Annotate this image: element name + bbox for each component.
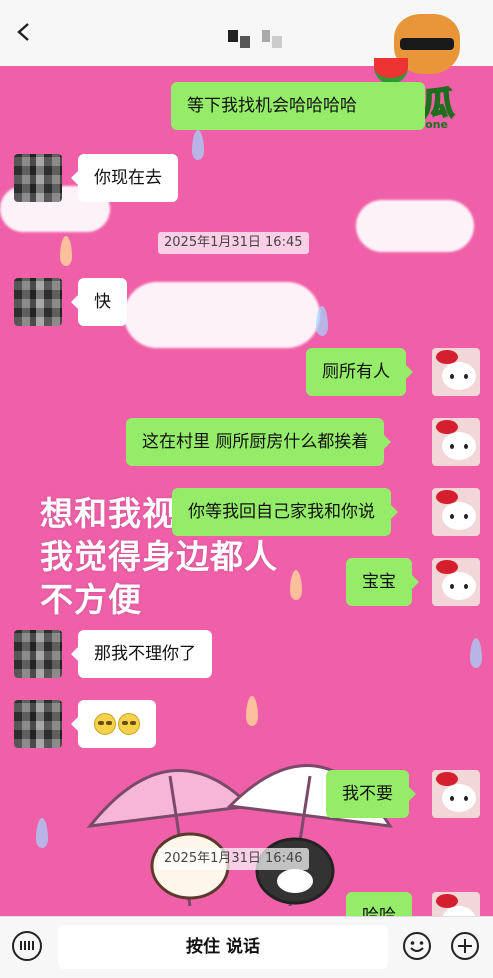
friend-avatar[interactable] <box>14 630 62 678</box>
wallpaper-raindrop <box>36 818 48 848</box>
wallpaper-raindrop <box>316 306 328 336</box>
plus-icon[interactable] <box>450 931 480 961</box>
message-bubble-sent[interactable]: 宝宝 <box>346 558 419 606</box>
wallpaper-raindrop <box>246 696 258 726</box>
my-avatar[interactable] <box>432 348 480 396</box>
keyboard-icon[interactable] <box>12 931 42 961</box>
grimace-emoji-icon <box>94 713 116 735</box>
my-avatar[interactable] <box>432 558 480 606</box>
wallpaper-raindrop <box>470 638 482 668</box>
message-bubble-received[interactable]: 快 <box>71 278 127 326</box>
my-avatar[interactable] <box>432 770 480 818</box>
message-bubble-received[interactable] <box>71 700 156 748</box>
input-bar: 按住 说话 <box>0 916 493 978</box>
contact-name-pixelated <box>228 30 290 50</box>
friend-avatar[interactable] <box>14 700 62 748</box>
overlay-line: 我觉得身边都人 <box>40 537 278 576</box>
message-bubble-sent[interactable]: 这在村里 厕所厨房什么都挨着 <box>126 418 392 466</box>
message-bubble-received[interactable]: 那我不理你了 <box>71 630 212 678</box>
message-bubble-sent[interactable]: 厕所有人 <box>306 348 413 396</box>
wallpaper-raindrop <box>192 130 204 160</box>
my-avatar[interactable] <box>432 488 480 536</box>
wallpaper-cloud <box>356 200 474 252</box>
grimace-emoji-icon <box>118 713 140 735</box>
emoji-smile-icon[interactable] <box>402 931 432 961</box>
sunglasses-icon <box>400 38 454 50</box>
wallpaper-raindrop <box>60 236 72 266</box>
message-bubble-received[interactable]: 你现在去 <box>71 154 178 202</box>
chevron-left-icon[interactable] <box>14 22 34 42</box>
my-avatar[interactable] <box>432 418 480 466</box>
message-bubble-sent[interactable]: 等下我找机会哈哈哈哈 <box>171 82 425 130</box>
wallpaper-cloud <box>124 282 320 348</box>
message-bubble-sent[interactable]: 我不要 <box>326 770 416 818</box>
friend-avatar[interactable] <box>14 154 62 202</box>
my-avatar[interactable] <box>432 892 480 916</box>
timestamp: 2025年1月31日 16:46 <box>158 848 309 870</box>
timestamp: 2025年1月31日 16:45 <box>158 232 309 254</box>
friend-avatar[interactable] <box>14 278 62 326</box>
wallpaper-raindrop <box>290 570 302 600</box>
hold-to-talk-button[interactable]: 按住 说话 <box>58 925 388 969</box>
chat-screen: 想和我视频 我觉得身边都人 不方便 1吃瓜 1chigua.one 等下我找机会… <box>0 0 493 978</box>
message-bubble-sent[interactable]: 哈哈 <box>346 892 412 916</box>
umbrella-illustration <box>86 764 393 907</box>
message-bubble-sent[interactable]: 你等我回自己家我和你说 <box>172 488 398 536</box>
overlay-line: 不方便 <box>40 580 142 619</box>
